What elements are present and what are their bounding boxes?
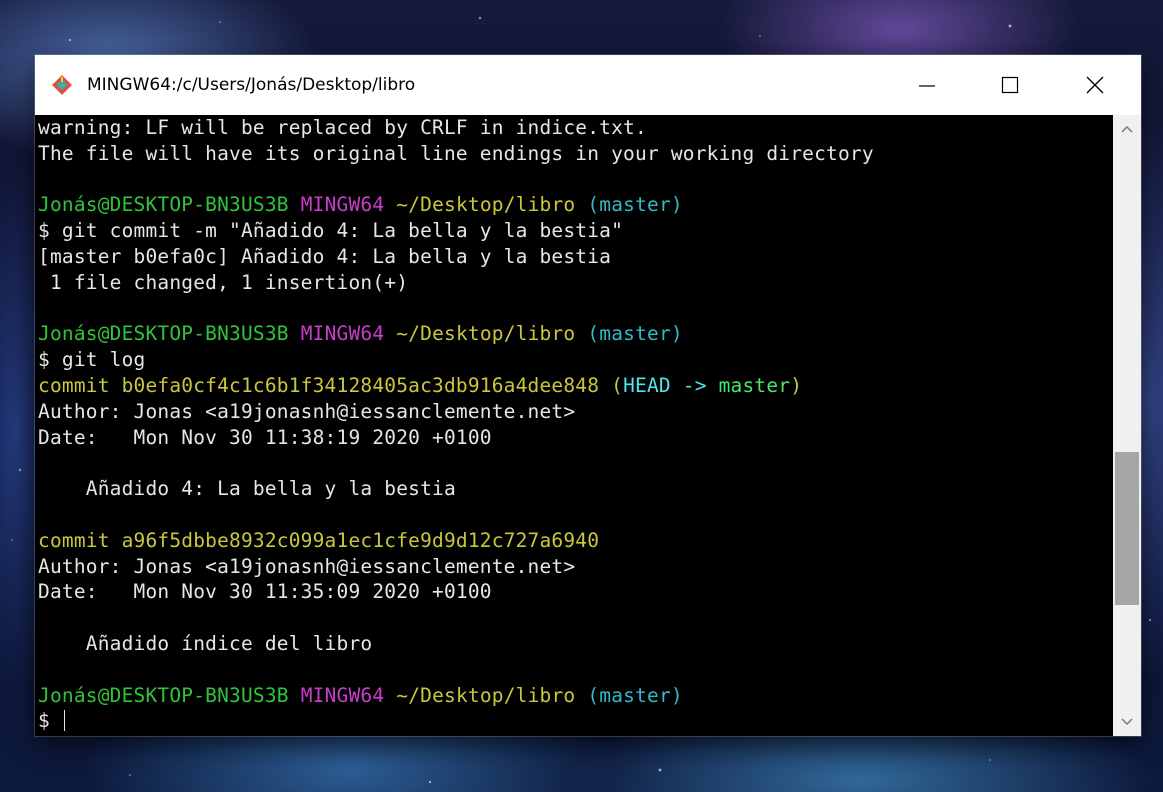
terminal-line: $ bbox=[38, 708, 1113, 734]
terminal-line: Date: Mon Nov 30 11:38:19 2020 +0100 bbox=[38, 425, 1113, 451]
title-bar[interactable]: MINGW64:/c/Users/Jonás/Desktop/libro bbox=[35, 55, 1141, 115]
terminal-line: Author: Jonas <a19jonasnh@iessanclemente… bbox=[38, 399, 1113, 425]
terminal-text: (master) bbox=[587, 322, 683, 346]
minimize-icon bbox=[919, 85, 935, 87]
terminal-text: Author: Jonas <a19jonasnh@iessanclemente… bbox=[38, 399, 576, 423]
terminal-text: ~/Desktop/libro bbox=[396, 322, 576, 346]
terminal-line: 1 file changed, 1 insertion(+) bbox=[38, 270, 1113, 296]
terminal-text: $ git commit -m "Añadido 4: La bella y l… bbox=[38, 219, 624, 243]
terminal-line: Añadido 4: La bella y la bestia bbox=[38, 476, 1113, 502]
terminal-text: MINGW64 bbox=[300, 322, 385, 346]
terminal-line: warning: LF will be replaced by CRLF in … bbox=[38, 115, 1113, 141]
terminal-text: 1 file changed, 1 insertion(+) bbox=[38, 270, 409, 294]
terminal-line: Jonás@DESKTOP-BN3US3B MINGW64 ~/Desktop/… bbox=[38, 192, 1113, 218]
terminal-text: The file will have its original line end… bbox=[38, 141, 874, 165]
terminal-text: Jonás@DESKTOP-BN3US3B bbox=[38, 322, 289, 346]
terminal-line: Author: Jonas <a19jonasnh@iessanclemente… bbox=[38, 554, 1113, 580]
terminal-output[interactable]: warning: LF will be replaced by CRLF in … bbox=[38, 115, 1113, 736]
terminal-text: commit b0efa0cf4c1c6b1f34128405ac3db916a… bbox=[38, 373, 624, 397]
close-button[interactable] bbox=[1067, 55, 1123, 115]
maximize-button[interactable] bbox=[982, 55, 1038, 115]
terminal-text: Date: Mon Nov 30 11:38:19 2020 +0100 bbox=[38, 425, 492, 449]
terminal-text: master bbox=[718, 373, 791, 397]
window-title: MINGW64:/c/Users/Jonás/Desktop/libro bbox=[87, 75, 416, 95]
terminal-text: (master) bbox=[587, 193, 683, 217]
terminal-line: commit b0efa0cf4c1c6b1f34128405ac3db916a… bbox=[38, 373, 1113, 399]
minimize-button[interactable] bbox=[899, 55, 955, 115]
terminal-window[interactable]: MINGW64:/c/Users/Jonás/Desktop/libro war… bbox=[35, 55, 1141, 736]
terminal-text: commit a96f5dbbe8932c099a1ec1cfe9d9d12c7… bbox=[38, 528, 600, 552]
terminal-text: (master) bbox=[587, 683, 683, 707]
terminal-text: Author: Jonas <a19jonasnh@iessanclemente… bbox=[38, 554, 576, 578]
terminal-text: Jonás@DESKTOP-BN3US3B bbox=[38, 193, 289, 217]
vertical-scrollbar[interactable] bbox=[1113, 115, 1141, 736]
terminal-line: [master b0efa0c] Añadido 4: La bella y l… bbox=[38, 244, 1113, 270]
terminal-line: Jonás@DESKTOP-BN3US3B MINGW64 ~/Desktop/… bbox=[38, 321, 1113, 347]
terminal-line: $ git log bbox=[38, 347, 1113, 373]
terminal-text: $ bbox=[38, 709, 62, 733]
terminal-line: The file will have its original line end… bbox=[38, 141, 1113, 167]
terminal-text: [master b0efa0c] Añadido 4: La bella y l… bbox=[38, 244, 612, 268]
terminal-text: ~/Desktop/libro bbox=[396, 193, 576, 217]
terminal-text: Jonás@DESKTOP-BN3US3B bbox=[38, 683, 289, 707]
terminal-text: warning: LF will be replaced by CRLF in … bbox=[38, 116, 647, 139]
chevron-down-icon bbox=[1121, 718, 1133, 726]
chevron-up-icon bbox=[1121, 125, 1133, 133]
terminal-line: commit a96f5dbbe8932c099a1ec1cfe9d9d12c7… bbox=[38, 528, 1113, 554]
terminal-text: Añadido 4: La bella y la bestia bbox=[38, 477, 456, 501]
terminal-text: MINGW64 bbox=[300, 683, 385, 707]
scrollbar-thumb[interactable] bbox=[1115, 452, 1139, 605]
maximize-icon bbox=[1001, 76, 1019, 94]
close-icon bbox=[1086, 76, 1104, 94]
terminal-line: Jonás@DESKTOP-BN3US3B MINGW64 ~/Desktop/… bbox=[38, 683, 1113, 709]
scroll-down-button[interactable] bbox=[1113, 708, 1141, 736]
terminal-text: $ git log bbox=[38, 348, 146, 372]
terminal-text: MINGW64 bbox=[300, 193, 385, 217]
terminal-text: ) bbox=[790, 373, 803, 397]
terminal-line: Date: Mon Nov 30 11:35:09 2020 +0100 bbox=[38, 579, 1113, 605]
terminal-text: Añadido índice del libro bbox=[38, 631, 373, 655]
terminal-line: Añadido índice del libro bbox=[38, 631, 1113, 657]
text-cursor bbox=[63, 710, 66, 732]
terminal-text: Date: Mon Nov 30 11:35:09 2020 +0100 bbox=[38, 580, 492, 604]
terminal-text: HEAD -> bbox=[623, 373, 719, 397]
terminal-line: $ git commit -m "Añadido 4: La bella y l… bbox=[38, 218, 1113, 244]
git-for-windows-icon[interactable] bbox=[51, 74, 73, 96]
scroll-up-button[interactable] bbox=[1113, 115, 1141, 143]
terminal-text: ~/Desktop/libro bbox=[396, 683, 576, 707]
